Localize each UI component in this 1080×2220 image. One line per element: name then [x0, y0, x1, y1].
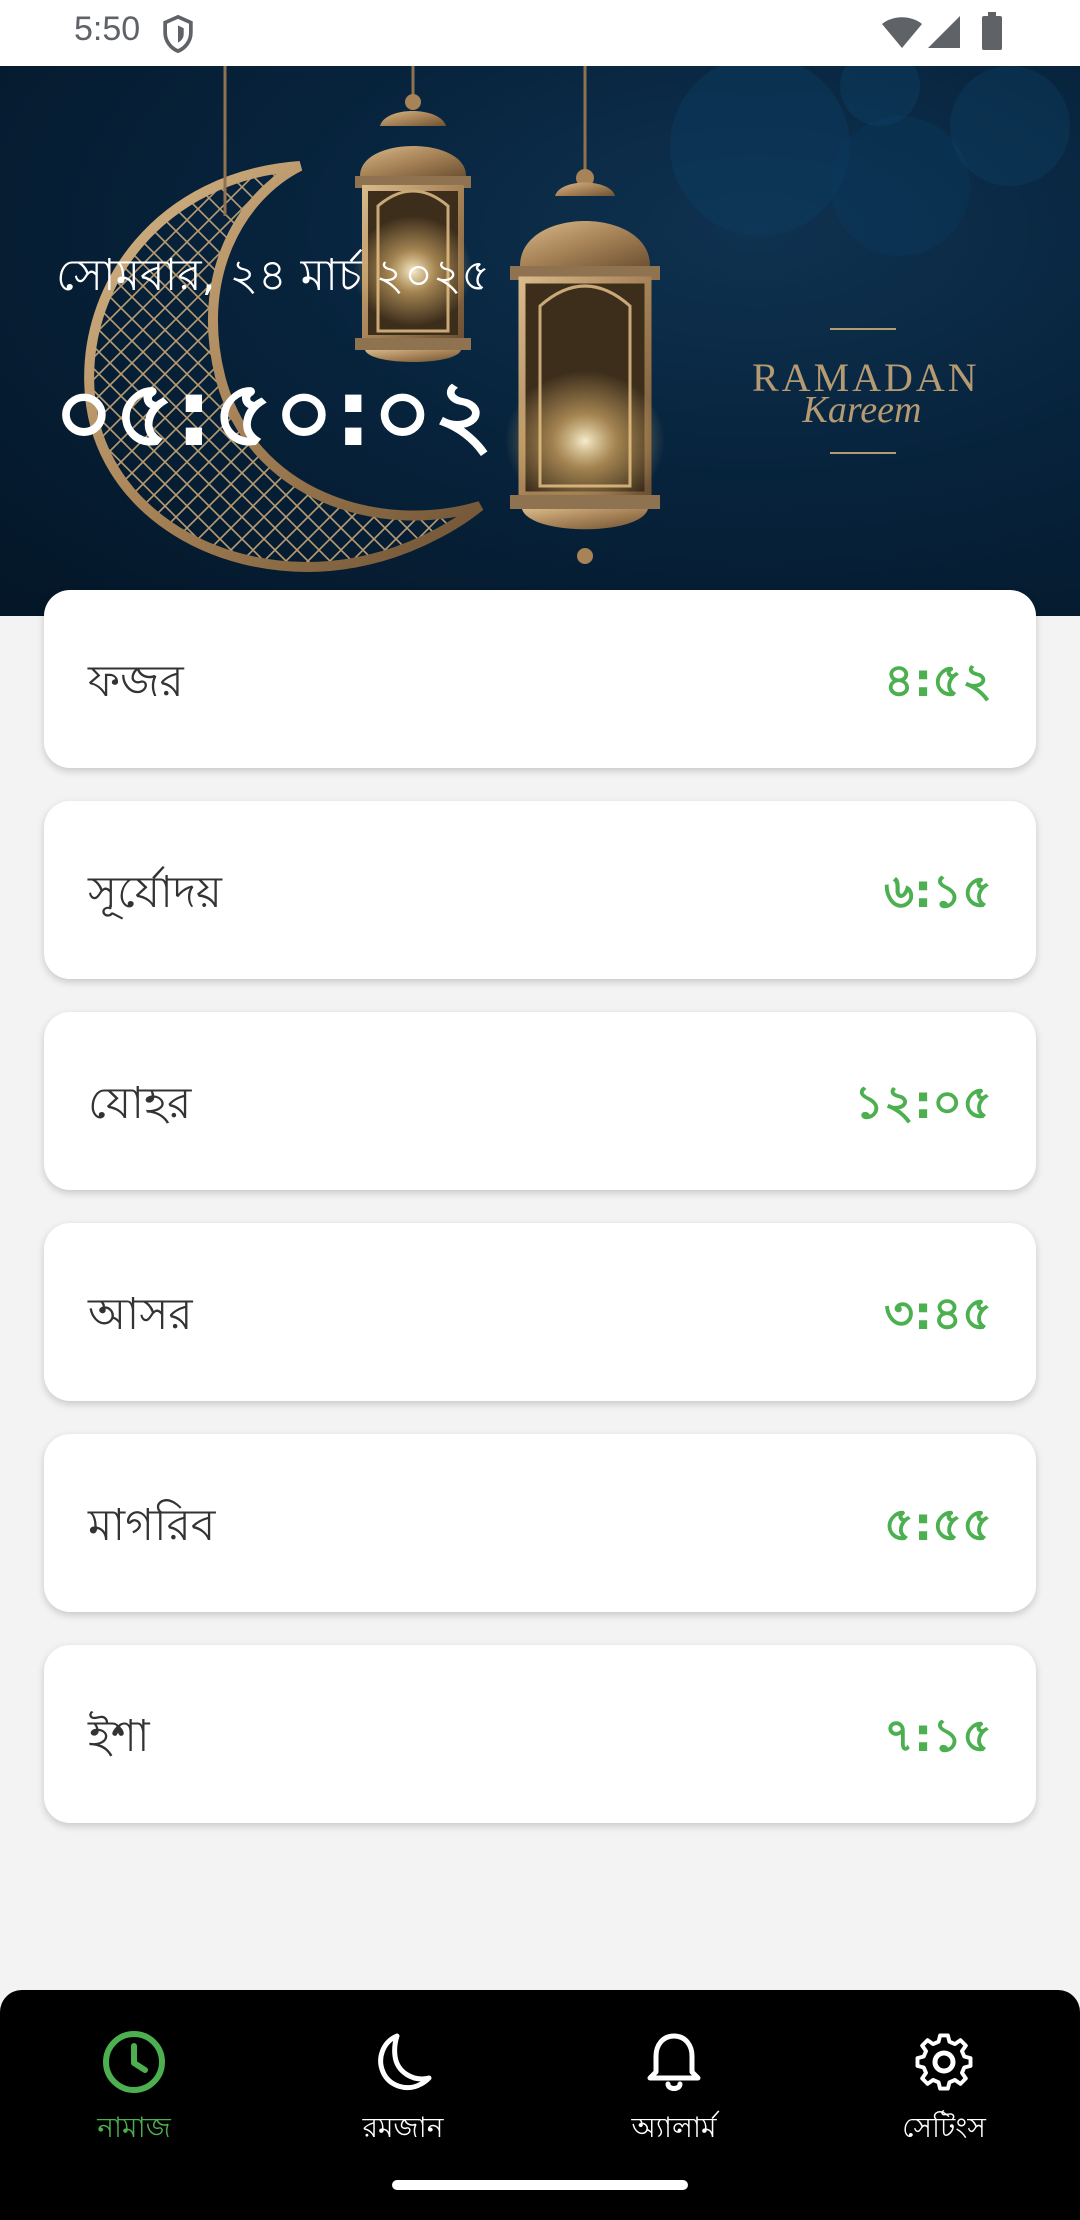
prayer-card-isha[interactable]: ইশা ৭:১৫ [44, 1645, 1036, 1823]
ramadan-banner-illustration [84, 66, 1070, 572]
prayer-name: ইশা [88, 1711, 150, 1762]
prayer-time: ৫:৫৫ [884, 1497, 992, 1551]
prayer-time: ৬:১৫ [883, 864, 992, 918]
prayer-card-sunrise[interactable]: সূর্যোদয় ৬:১৫ [44, 801, 1036, 979]
prayer-name: ফজর [88, 656, 184, 707]
prayer-card-asr[interactable]: আসর ৩:৪৫ [44, 1223, 1036, 1401]
nav-label-settings: সেটিংস [902, 2111, 986, 2144]
home-indicator[interactable] [392, 2180, 688, 2190]
prayer-card-maghrib[interactable]: মাগরিব ৫:৫৫ [44, 1434, 1036, 1612]
nav-item-prayer[interactable]: নামাজ [34, 2026, 234, 2156]
prayer-time: ১২:০৫ [854, 1075, 992, 1129]
moon-icon [378, 2033, 432, 2090]
banner-divider-bottom [830, 452, 896, 454]
clock-icon [103, 2031, 165, 2093]
wifi-icon [882, 17, 922, 48]
prayer-time: ৪:৫২ [883, 653, 992, 707]
prayer-card-dhuhr[interactable]: যোহর ১২:০৫ [44, 1012, 1036, 1190]
status-bar: 5:50 [0, 0, 1080, 66]
banner-subtitle: Kareem [802, 389, 922, 431]
prayer-time: ৭:১৫ [883, 1708, 992, 1762]
current-clock: ০৫:৫০:০২ [54, 360, 495, 467]
prayer-name: আসর [88, 1289, 193, 1340]
nav-label-prayer: নামাজ [97, 2111, 171, 2144]
nav-item-alarm[interactable]: অ্যালার্ম [574, 2026, 774, 2156]
battery-icon [982, 12, 1002, 50]
header-banner: সোমবার, ২৪ মার্চ ২০২৫ ০৫:৫০:০২ RAMADAN K… [0, 66, 1080, 616]
bell-icon [647, 2033, 701, 2091]
prayer-name: সূর্যোদয় [88, 867, 222, 918]
nav-item-ramadan[interactable]: রমজান [303, 2026, 503, 2156]
prayer-card-fajr[interactable]: ফজর ৪:৫২ [44, 590, 1036, 768]
current-date: সোমবার, ২৪ মার্চ ২০২৫ [56, 250, 490, 301]
prayer-name: মাগরিব [88, 1500, 216, 1551]
nav-label-ramadan: রমজান [362, 2111, 444, 2144]
shield-icon [163, 14, 193, 54]
prayer-time: ৩:৪৫ [883, 1286, 992, 1340]
nav-label-alarm: অ্যালার্ম [631, 2111, 717, 2144]
prayer-name: যোহর [88, 1078, 192, 1129]
nav-item-settings[interactable]: সেটিংস [844, 2026, 1044, 2156]
signal-icon [928, 16, 960, 48]
status-time: 5:50 [74, 10, 141, 48]
banner-divider-top [830, 328, 896, 330]
gear-icon [915, 2033, 973, 2091]
